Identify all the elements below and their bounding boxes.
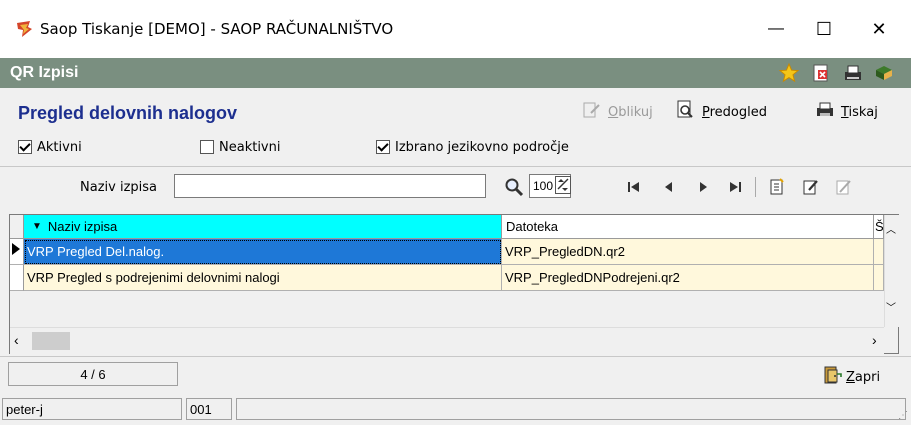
divider	[0, 166, 911, 167]
close-label: apri	[854, 369, 881, 385]
module-header	[0, 58, 911, 88]
search-label: Naziv izpisa	[80, 180, 157, 195]
print-label: iskaj	[848, 104, 878, 120]
horizontal-scrollbar[interactable]: ‹ ›	[10, 327, 884, 354]
preview-icon	[676, 100, 696, 124]
row-selector[interactable]	[10, 265, 24, 291]
format-label-accelerator: O	[608, 104, 619, 120]
printer-stack-icon[interactable]	[842, 62, 864, 84]
close-label-accelerator: Z	[846, 369, 855, 385]
column-header-label: Datoteka	[506, 219, 559, 234]
door-icon	[822, 365, 842, 389]
minimize-button[interactable]: —	[753, 10, 799, 48]
maximize-button[interactable]: ☐	[801, 10, 847, 48]
table-cell-number[interactable]	[874, 239, 884, 265]
table-cell-number[interactable]	[874, 265, 884, 291]
close-window-button[interactable]: ✕	[856, 10, 902, 48]
previous-record-icon[interactable]	[658, 176, 680, 198]
app-icon[interactable]	[14, 19, 34, 39]
last-record-icon[interactable]	[724, 176, 746, 198]
edit-record-icon[interactable]	[800, 176, 822, 198]
format-button[interactable]: Oblikuj	[582, 100, 653, 124]
column-header-number[interactable]: Št	[874, 215, 884, 239]
table-cell-name[interactable]: VRP Pregled s podrejenimi delovnimi nalo…	[24, 265, 502, 291]
new-record-icon[interactable]	[766, 176, 788, 198]
filter-language-checkbox[interactable]: Izbrano jezikovno področje	[376, 138, 569, 156]
filter-active-checkbox[interactable]: Aktivni	[18, 138, 82, 156]
scroll-thumb[interactable]	[32, 332, 70, 350]
checkbox-label: Izbrano jezikovno področje	[395, 139, 569, 155]
scroll-up-icon[interactable]: ︿	[886, 221, 896, 236]
table-cell-name[interactable]: VRP Pregled Del.nalog.	[24, 239, 502, 265]
status-code: 001	[186, 398, 232, 420]
checkbox-box	[18, 140, 32, 154]
vertical-scrollbar[interactable]: ︿ ﹀	[884, 215, 899, 327]
record-counter: 4 / 6	[8, 362, 178, 386]
checkbox-label: Aktivni	[37, 139, 82, 155]
module-title: QR Izpisi	[10, 64, 79, 81]
row-selector[interactable]	[10, 239, 24, 265]
preview-label: redogled	[709, 104, 768, 120]
next-record-icon[interactable]	[692, 176, 714, 198]
preview-label-accelerator: P	[702, 104, 710, 120]
search-input[interactable]	[174, 174, 486, 198]
zoom-field[interactable]: 100	[529, 174, 572, 198]
column-header-file[interactable]: Datoteka	[502, 215, 874, 239]
first-record-icon[interactable]	[623, 176, 645, 198]
status-user: peter-j	[2, 398, 182, 420]
current-row-icon	[12, 243, 20, 255]
format-icon	[582, 101, 602, 123]
checkbox-box	[200, 140, 214, 154]
zoom-spin-icon[interactable]	[555, 175, 572, 197]
table-cell-file[interactable]: VRP_PregledDNPodrejeni.qr2	[502, 265, 874, 291]
close-icon: ✕	[871, 18, 887, 39]
window-title: Saop Tiskanje [DEMO] - SAOP RAČUNALNIŠTV…	[40, 20, 394, 38]
checkbox-box	[376, 140, 390, 154]
divider	[0, 356, 911, 357]
sort-desc-icon: ▼	[32, 221, 42, 232]
star-icon[interactable]	[778, 62, 800, 84]
scroll-right-icon[interactable]: ›	[872, 332, 877, 348]
print-button[interactable]: Tiskaj	[815, 100, 878, 124]
column-header-label: Št	[875, 219, 884, 234]
excel-export-icon[interactable]	[810, 62, 832, 84]
close-button[interactable]: Zapri	[822, 365, 880, 389]
column-header-name[interactable]: ▼ Naziv izpisa	[24, 215, 502, 239]
minimize-icon: —	[768, 20, 784, 37]
format-label: blikuj	[618, 104, 653, 120]
filter-inactive-checkbox[interactable]: Neaktivni	[200, 138, 280, 156]
reports-grid[interactable]: ▼ Naziv izpisa Datoteka Št VRP Pregled D…	[9, 214, 899, 354]
zoom-value: 100	[533, 179, 554, 193]
delete-record-icon[interactable]	[833, 176, 855, 198]
preview-button[interactable]: Predogled	[676, 100, 767, 124]
toolbar-separator	[755, 177, 756, 197]
scroll-down-icon[interactable]: ﹀	[886, 299, 896, 314]
maximize-icon: ☐	[815, 18, 833, 39]
book-icon[interactable]	[873, 62, 895, 84]
resize-grip-icon[interactable]: ⋰	[898, 410, 908, 421]
print-label-accelerator: T	[841, 104, 849, 120]
page-title: Pregled delovnih nalogov	[18, 103, 238, 123]
table-cell-file[interactable]: VRP_PregledDN.qr2	[502, 239, 874, 265]
row-selector-header	[10, 215, 24, 239]
printer-icon	[815, 100, 835, 124]
status-extra	[236, 398, 906, 420]
checkbox-label: Neaktivni	[219, 139, 281, 155]
search-icon[interactable]	[503, 176, 525, 198]
scroll-left-icon[interactable]: ‹	[14, 332, 19, 348]
column-header-label: Naziv izpisa	[47, 219, 118, 234]
